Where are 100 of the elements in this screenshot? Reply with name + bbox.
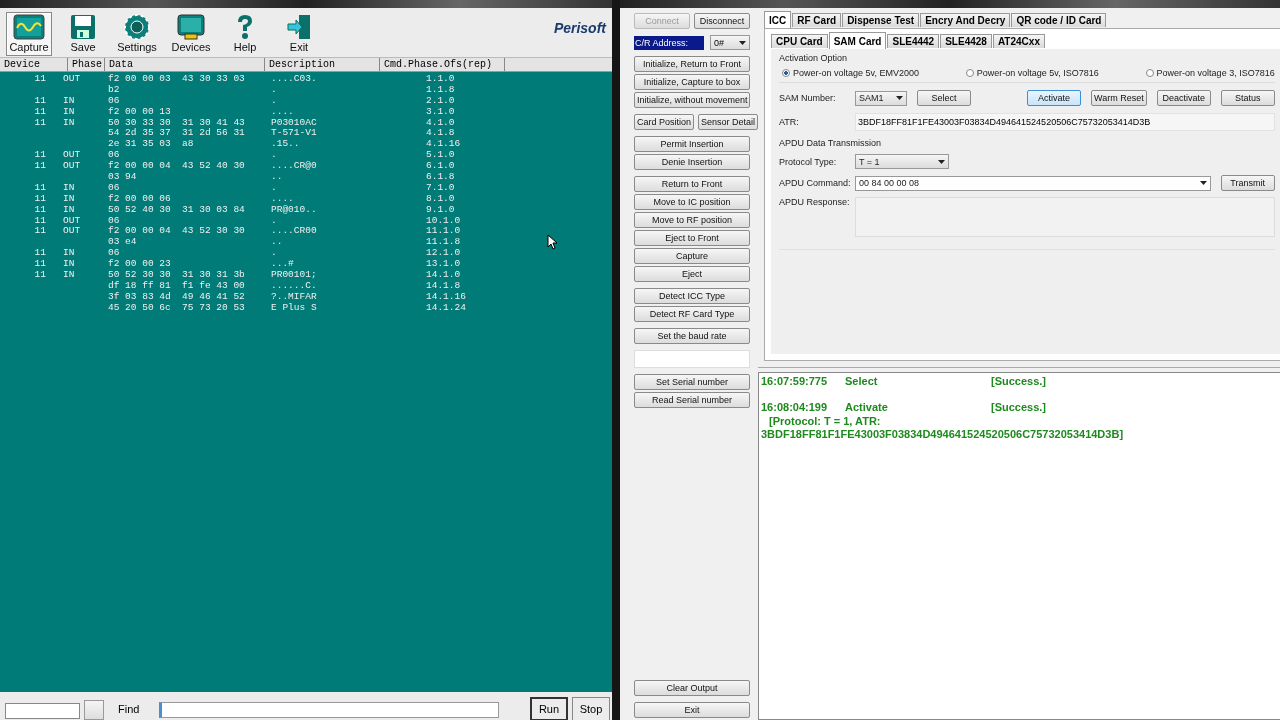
action-button[interactable]: Move to IC position bbox=[634, 194, 750, 210]
tab[interactable]: AT24Cxx bbox=[992, 34, 1045, 48]
table-cell-text: 11 bbox=[33, 117, 46, 129]
table-cell-text: ?..MIFAR bbox=[271, 291, 318, 303]
find-field[interactable] bbox=[159, 702, 500, 718]
spinner-control[interactable] bbox=[84, 700, 104, 720]
sam-button[interactable]: Status bbox=[1220, 90, 1275, 106]
table-cell-text: IN bbox=[62, 182, 76, 194]
tab[interactable]: ICC bbox=[764, 11, 792, 28]
action-button[interactable]: Return to Front bbox=[634, 176, 750, 192]
tab[interactable]: CPU Card bbox=[771, 34, 828, 48]
table-cell-text: 11 bbox=[33, 270, 46, 281]
table-cell-text: f2 00 00 13 bbox=[108, 106, 172, 118]
sam-button[interactable]: Activate bbox=[1027, 90, 1081, 106]
table-cell-text: 4.1.16 bbox=[426, 139, 462, 151]
action-button[interactable]: Move to RF position bbox=[634, 212, 750, 228]
tab[interactable]: SAM Card bbox=[828, 32, 887, 49]
table-cell-text: 54 2d 35 37 31 2d 56 31 bbox=[108, 128, 246, 140]
action-button[interactable]: Sensor Detail bbox=[698, 114, 759, 130]
sam-button[interactable]: Deactivate bbox=[1156, 90, 1211, 106]
address-dropdown[interactable]: 0# bbox=[710, 35, 750, 50]
footer-button[interactable]: Stop bbox=[572, 697, 610, 720]
action-button[interactable]: Denie Insertion bbox=[634, 154, 750, 170]
action-button[interactable]: Set the baud rate bbox=[634, 328, 750, 344]
toolbar-button[interactable]: Save bbox=[60, 11, 106, 56]
radio-option[interactable]: Power-on voltage 3, ISO7816 bbox=[1145, 68, 1275, 78]
column-header[interactable]: Device bbox=[0, 58, 68, 71]
table-cell-text: 11 bbox=[33, 150, 46, 162]
serial-number-field[interactable] bbox=[634, 350, 750, 368]
protocol-dropdown[interactable]: T = 1 bbox=[855, 154, 949, 169]
table-cell-text: OUT bbox=[62, 74, 82, 85]
log-detail: [Protocol: T = 1, ATR: bbox=[768, 415, 882, 428]
sam-button[interactable]: Warm Reset bbox=[1091, 90, 1147, 106]
apdu-command-combo[interactable]: 00 84 00 00 08 bbox=[855, 175, 1211, 191]
toolbar-button[interactable]: Settings bbox=[114, 11, 160, 56]
tab[interactable]: Encry And Decry bbox=[920, 13, 1011, 27]
action-button[interactable]: Permit Insertion bbox=[634, 136, 750, 152]
action-button[interactable]: Detect RF Card Type bbox=[634, 306, 750, 322]
table-cell-text: ....C03. bbox=[271, 74, 318, 85]
transmit-button[interactable]: Transmit bbox=[1220, 175, 1275, 191]
tab[interactable]: Dispense Test bbox=[842, 13, 920, 27]
action-button[interactable]: Eject to Front bbox=[634, 230, 750, 246]
toolbar-button[interactable]: Exit bbox=[276, 11, 322, 56]
input-field[interactable] bbox=[5, 703, 80, 719]
table-cell-text: . bbox=[271, 248, 278, 260]
mouse-cursor-icon bbox=[547, 234, 558, 250]
table-cell-text: 14.1.8 bbox=[426, 280, 462, 292]
gear-icon bbox=[124, 14, 150, 40]
tab[interactable]: SLE4428 bbox=[940, 34, 992, 48]
tab[interactable]: SLE4442 bbox=[887, 34, 940, 48]
action-button[interactable]: Initialize, Return to Front bbox=[634, 56, 750, 72]
table-cell-text: 03 e4 bbox=[108, 237, 138, 249]
sam-dropdown[interactable]: SAM1 bbox=[855, 90, 907, 106]
toolbar-button[interactable]: Help bbox=[222, 11, 268, 56]
toolbar-button[interactable]: Devices bbox=[168, 11, 214, 56]
table-cell-text: 11 bbox=[33, 161, 46, 172]
action-button[interactable]: Read Serial number bbox=[634, 392, 750, 408]
field-label: Protocol Type: bbox=[779, 156, 838, 167]
action-button[interactable]: Exit bbox=[634, 702, 750, 718]
radio-button[interactable] bbox=[965, 69, 974, 77]
table-cell-text: f2 00 00 03 43 30 33 03 bbox=[108, 74, 246, 85]
action-button[interactable]: Card Position bbox=[634, 114, 695, 130]
action-button[interactable]: Capture bbox=[634, 248, 750, 264]
footer-button[interactable]: Run bbox=[530, 697, 568, 720]
action-button[interactable]: Initialize, without movement bbox=[634, 92, 750, 108]
toolbar-button[interactable]: Capture bbox=[6, 11, 52, 56]
radio-button[interactable] bbox=[1145, 69, 1154, 77]
radio-button[interactable] bbox=[782, 69, 790, 77]
tab[interactable]: RF Card bbox=[792, 13, 842, 27]
table-cell-text: 7.1.0 bbox=[426, 182, 456, 194]
sam-button[interactable]: Select bbox=[917, 90, 971, 106]
table-cell-text: PR@010.. bbox=[271, 204, 318, 216]
action-button[interactable]: Clear Output bbox=[634, 680, 750, 696]
dropdown-arrow-icon bbox=[896, 96, 903, 100]
help-icon bbox=[235, 14, 255, 40]
table-cell-text: f2 00 00 04 43 52 40 30 bbox=[108, 161, 246, 172]
action-button[interactable]: Set Serial number bbox=[634, 374, 750, 390]
action-button[interactable]: Eject bbox=[634, 266, 750, 282]
table-cell-text: 1.1.8 bbox=[426, 84, 456, 96]
table-cell-text: OUT bbox=[62, 215, 82, 227]
action-button[interactable]: Detect ICC Type bbox=[634, 288, 750, 304]
table-cell-text: . bbox=[271, 215, 278, 227]
action-button[interactable]: Initialize, Capture to box bbox=[634, 74, 750, 90]
connect-button[interactable]: Disconnect bbox=[694, 13, 750, 29]
tab[interactable]: QR code / ID Card bbox=[1011, 13, 1107, 27]
table-cell-text: b2 bbox=[108, 84, 121, 96]
column-header[interactable]: Phase bbox=[68, 58, 105, 71]
radio-option[interactable]: Power-on voltage 5v, ISO7816 bbox=[965, 68, 1099, 78]
table-cell-text: 1.1.0 bbox=[426, 74, 456, 85]
table-cell-text: 11.1.8 bbox=[426, 237, 462, 249]
column-header[interactable]: Data bbox=[105, 58, 265, 71]
table-cell-text: 14.1.24 bbox=[426, 302, 467, 314]
column-header[interactable]: Description bbox=[265, 58, 380, 71]
table-cell-text: PR00101; bbox=[271, 270, 318, 281]
table-cell-text: 12.1.0 bbox=[426, 248, 462, 260]
radio-option[interactable]: Power-on voltage 5v, EMV2000 bbox=[782, 68, 919, 78]
table-cell-text: 10.1.0 bbox=[426, 215, 462, 227]
column-header[interactable]: Cmd.Phase.Ofs(rep) bbox=[380, 58, 505, 71]
atr-field[interactable]: 3BDF18FF81F1FE43003F03834D494641524520506C75732053414D3B bbox=[855, 113, 1275, 131]
table-cell-text: ....CR@0 bbox=[271, 161, 318, 172]
